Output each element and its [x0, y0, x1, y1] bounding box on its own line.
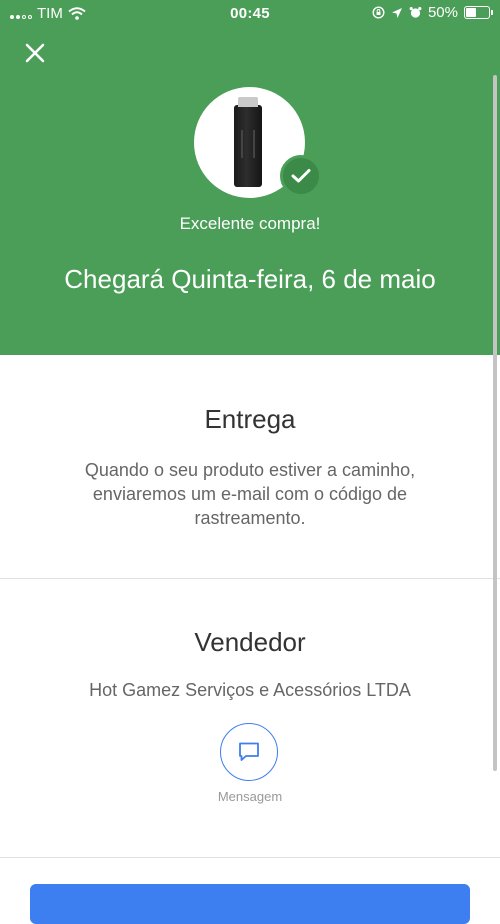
screen-lock-icon [372, 6, 385, 19]
section-divider [0, 578, 500, 579]
battery-percent: 50% [427, 4, 458, 21]
battery-icon [464, 6, 493, 19]
close-icon [25, 43, 45, 63]
bottom-action-button[interactable] [30, 884, 470, 924]
alarm-icon [409, 7, 422, 18]
location-icon [391, 7, 402, 18]
status-bar: TIM 00:45 50% [0, 0, 500, 28]
section-divider [0, 857, 500, 858]
fire-tv-stick-image [234, 97, 262, 187]
delivery-date-title: Chegará Quinta-feira, 6 de maio [64, 264, 436, 294]
message-seller-button[interactable] [220, 723, 278, 781]
close-button[interactable] [20, 38, 50, 68]
scrollbar[interactable] [493, 75, 497, 771]
message-label: Mensagem [217, 789, 283, 804]
status-right: 50% [372, 4, 493, 21]
delivery-heading: Entrega [204, 404, 296, 434]
purchase-confirmation-header: Excelente compra! Chegará Quinta-feira, … [0, 28, 500, 355]
chat-bubble-icon [239, 742, 259, 761]
purchase-subtitle: Excelente compra! [179, 214, 321, 233]
battery-fill [466, 8, 476, 17]
check-icon [291, 169, 311, 183]
success-badge [280, 155, 322, 197]
seller-name: Hot Gamez Serviços e Acessórios LTDA [89, 680, 411, 700]
seller-heading: Vendedor [194, 627, 306, 657]
delivery-description: Quando o seu produto estiver a caminho, … [84, 460, 416, 528]
